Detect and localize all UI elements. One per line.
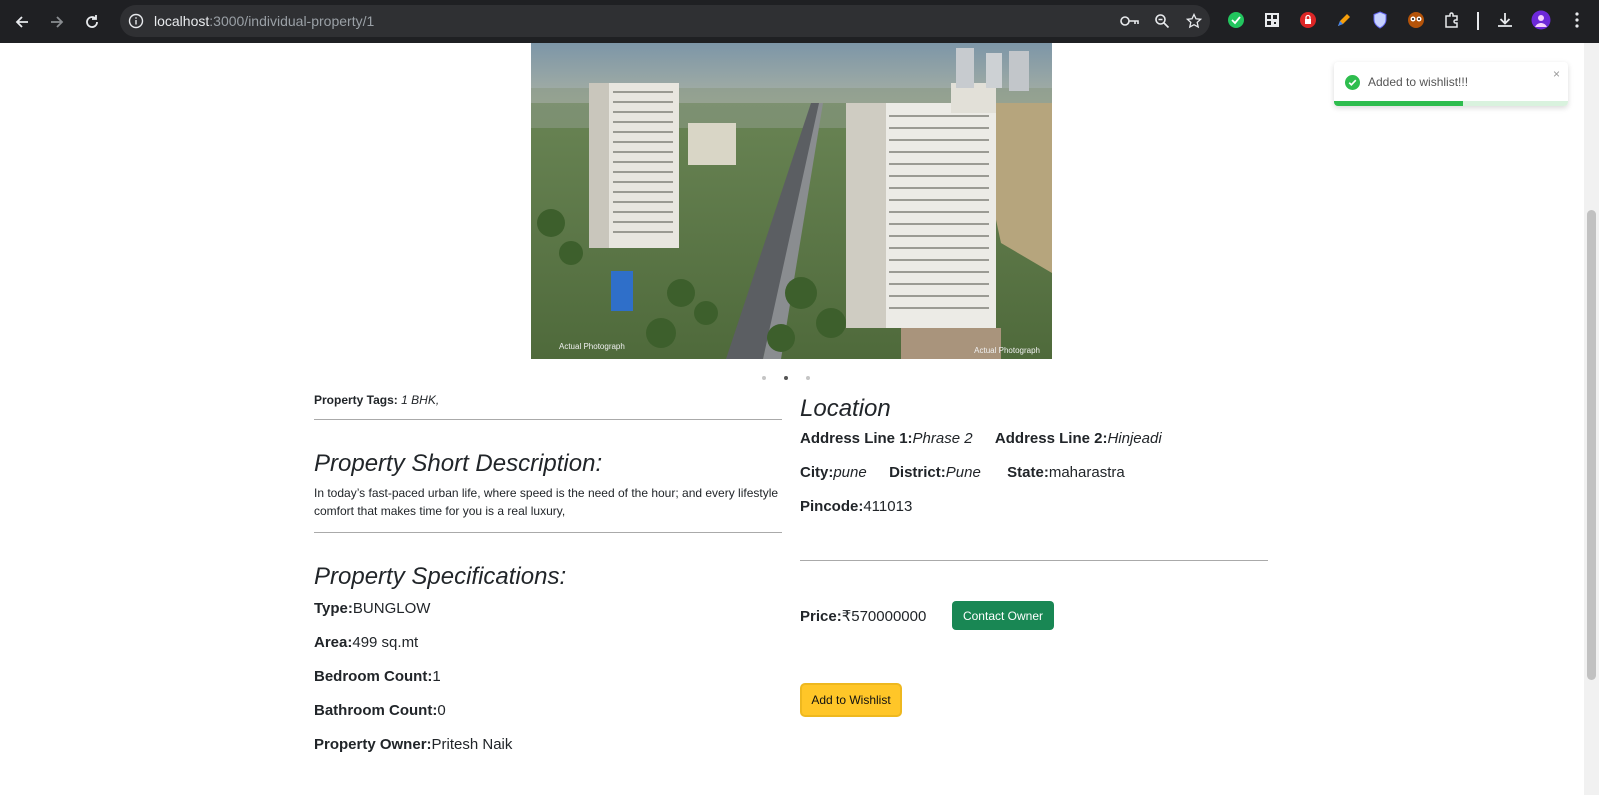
location-city-row: City:pune District:Pune State:maharastra — [800, 463, 1268, 483]
spec-bedroom: Bedroom Count:1 — [314, 667, 782, 687]
carousel-indicator-2[interactable] — [784, 376, 788, 380]
browser-menu-icon[interactable] — [1567, 10, 1587, 30]
scrollbar-thumb[interactable] — [1587, 210, 1596, 680]
forward-arrow-icon — [51, 16, 64, 28]
carousel-indicators — [762, 376, 810, 380]
spec-bathroom-value: 0 — [437, 702, 446, 719]
address-line1-label: Address Line 1: — [800, 430, 913, 447]
extension-qr-icon[interactable] — [1262, 10, 1282, 30]
password-key-icon[interactable] — [1120, 11, 1140, 31]
spec-area-value: 499 sq.mt — [352, 634, 419, 651]
location-heading: Location — [800, 395, 891, 422]
forward-button[interactable] — [45, 10, 69, 34]
divider — [800, 560, 1268, 561]
location-pincode-row: Pincode:411013 — [800, 497, 1268, 517]
extensions-puzzle-icon[interactable] — [1442, 10, 1462, 30]
spec-owner-value: Pritesh Naik — [431, 736, 513, 753]
back-button[interactable] — [10, 10, 34, 34]
wishlist-toast: Added to wishlist!!! × — [1334, 62, 1568, 106]
city-label: City: — [800, 464, 834, 481]
success-check-icon — [1345, 75, 1360, 90]
extension-owl-icon[interactable] — [1406, 10, 1426, 30]
pincode-value: 411013 — [863, 498, 913, 515]
add-to-wishlist-button[interactable]: Add to Wishlist — [800, 683, 902, 717]
spec-type-value: BUNGLOW — [352, 600, 431, 617]
divider — [314, 532, 782, 533]
property-tags: Property Tags: 1 BHK, — [314, 393, 782, 407]
spec-area: Area:499 sq.mt — [314, 633, 782, 653]
url-text: localhost:3000/individual-property/1 — [154, 13, 375, 29]
tags-value: 1 BHK, — [401, 393, 440, 407]
page-scrollbar[interactable] — [1584, 43, 1599, 795]
address-line1-value: Phrase 2 — [912, 430, 973, 447]
property-details-left: Property Tags: 1 BHK, Property Short Des… — [314, 393, 782, 755]
downloads-icon[interactable] — [1495, 10, 1515, 30]
toast-progress-bar — [1334, 101, 1463, 106]
state-value: maharastra — [1048, 464, 1125, 481]
city-value: pune — [833, 464, 867, 481]
reload-button[interactable] — [80, 10, 104, 34]
photo-caption-left: Actual Photograph — [559, 342, 625, 351]
extension-check-icon[interactable] — [1226, 10, 1246, 30]
spec-bathroom-label: Bathroom Count: — [314, 702, 438, 719]
spec-owner: Property Owner:Pritesh Naik — [314, 735, 782, 755]
profile-avatar-icon[interactable] — [1531, 10, 1551, 30]
extension-pen-icon[interactable] — [1334, 10, 1354, 30]
spec-bedroom-label: Bedroom Count: — [314, 668, 433, 685]
pincode-label: Pincode: — [800, 498, 864, 515]
reload-icon — [86, 15, 98, 28]
address-bar[interactable]: localhost:3000/individual-property/1 — [120, 5, 1210, 37]
spec-area-label: Area: — [314, 634, 353, 651]
bookmark-star-icon[interactable] — [1184, 11, 1204, 31]
carousel-indicator-3[interactable] — [806, 376, 810, 380]
short-description-text: In today’s fast-paced urban life, where … — [314, 486, 779, 518]
property-image: Actual Photograph Actual Photograph — [531, 43, 1052, 359]
site-info-icon[interactable] — [126, 11, 146, 31]
property-photo — [531, 43, 1052, 359]
toast-message: Added to wishlist!!! — [1368, 75, 1469, 89]
price-label: Price: — [800, 608, 842, 625]
specifications-heading: Property Specifications: — [314, 563, 567, 590]
zoom-icon[interactable] — [1152, 11, 1172, 31]
tags-label: Property Tags: — [314, 393, 398, 407]
property-details-right: Location Address Line 1:Phrase 2 Address… — [800, 393, 1268, 717]
back-arrow-icon — [15, 16, 28, 28]
spec-bedroom-value: 1 — [432, 668, 441, 685]
district-label: District: — [889, 464, 946, 481]
short-description-heading: Property Short Description: — [314, 450, 603, 477]
price-value: ₹570000000 — [841, 608, 927, 625]
toast-close-icon[interactable]: × — [1553, 67, 1560, 81]
page-content: Actual Photograph Actual Photograph Prop… — [0, 43, 1584, 795]
photo-caption-right: Actual Photograph — [974, 346, 1040, 355]
spec-owner-label: Property Owner: — [314, 736, 432, 753]
extension-shield-icon[interactable] — [1370, 10, 1390, 30]
browser-toolbar: localhost:3000/individual-property/1 — [0, 0, 1599, 43]
carousel-indicator-1[interactable] — [762, 376, 766, 380]
contact-owner-button[interactable]: Contact Owner — [952, 601, 1054, 630]
location-address-row: Address Line 1:Phrase 2 Address Line 2:H… — [800, 429, 1268, 449]
address-line2-value: Hinjeadi — [1107, 430, 1162, 447]
district-value: Pune — [945, 464, 981, 481]
spec-type: Type:BUNGLOW — [314, 599, 782, 619]
price-row: Price:₹570000000 — [800, 607, 926, 627]
spec-bathroom: Bathroom Count:0 — [314, 701, 782, 721]
state-label: State: — [1007, 464, 1049, 481]
address-line2-label: Address Line 2: — [994, 430, 1108, 447]
divider — [314, 419, 782, 420]
spec-type-label: Type: — [314, 600, 353, 617]
extension-lock-icon[interactable] — [1298, 10, 1318, 30]
toolbar-divider — [1477, 12, 1479, 30]
